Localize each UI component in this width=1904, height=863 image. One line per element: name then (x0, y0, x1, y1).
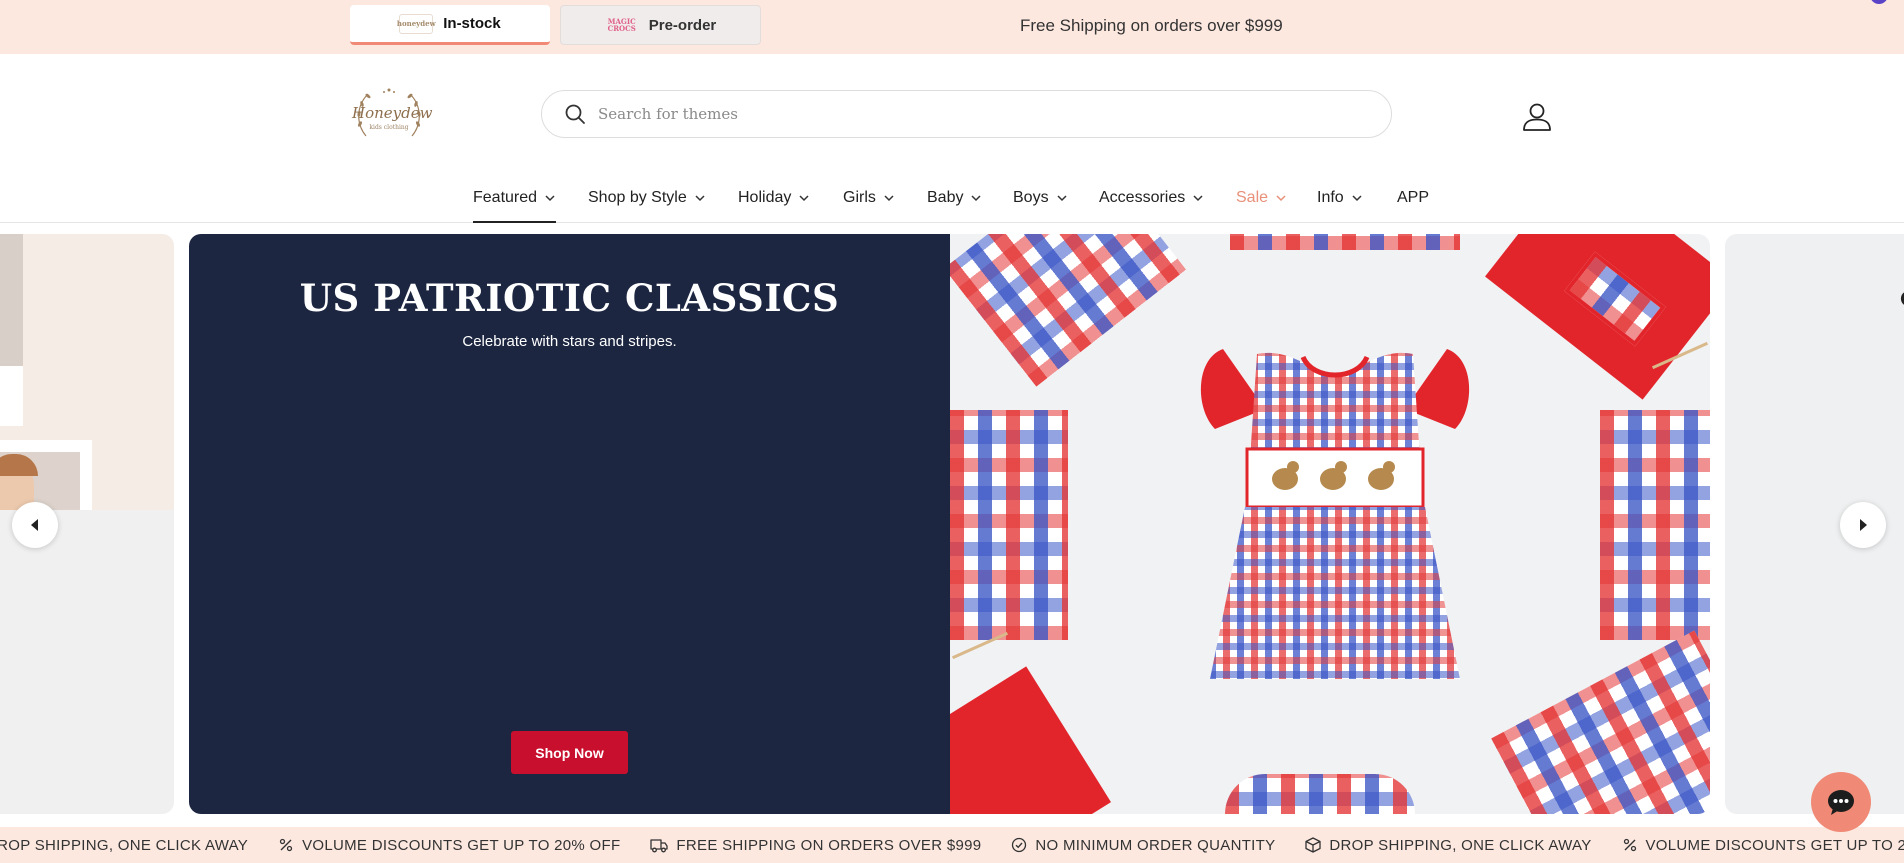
chevron-down-icon (1352, 195, 1362, 202)
chevron-down-icon (971, 195, 981, 202)
nav-item-label: Sale (1236, 189, 1269, 206)
shop-now-button[interactable]: Shop Now (511, 731, 628, 774)
honeydew-mini-logo: honeydew (397, 13, 436, 34)
marquee-item: FREE SHIPPING ON ORDERS OVER $999 (650, 837, 981, 854)
marquee-text: FREE SHIPPING ON ORDERS OVER $999 (676, 836, 982, 854)
previous-slide-photo (0, 234, 23, 366)
hero-subtitle: Celebrate with stars and stripes. (462, 333, 677, 350)
logo-tagline: kids clothing (369, 124, 409, 131)
marquee-text: DROP SHIPPING, ONE CLICK AWAY (0, 836, 249, 854)
chat-launcher-button[interactable] (1811, 772, 1871, 832)
chevron-down-icon (545, 195, 555, 202)
hero-title: US PATRIOTIC CLASSICS (299, 276, 840, 320)
gingham-garment (950, 410, 1068, 640)
check-circle-icon (1011, 837, 1027, 853)
main-navigation: Featured Shop by Style Holiday Girls Bab… (0, 185, 1904, 223)
store-tab-label: Pre-order (648, 16, 717, 34)
caret-left-icon (31, 519, 38, 531)
nav-item-label: APP (1397, 189, 1430, 206)
top-announcement-bar: honeydew In-stock MAGIC CROCS Pre-order … (0, 0, 1904, 54)
store-tab-in-stock[interactable]: honeydew In-stock (350, 5, 550, 45)
hero-slide-patriotic: US PATRIOTIC CLASSICS Celebrate with sta… (189, 234, 1710, 814)
nav-item-accessories[interactable]: Accessories (1099, 189, 1204, 223)
store-tab-pre-order[interactable]: MAGIC CROCS Pre-order (560, 5, 761, 45)
gingham-garment (1225, 774, 1415, 814)
nav-item-label: Featured (473, 189, 538, 206)
search-input[interactable] (598, 105, 1358, 123)
nav-item-label: Holiday (738, 189, 792, 206)
marquee-text: VOLUME DISCOUNTS GET UP TO 20% OFF (1645, 836, 1904, 854)
red-garment (950, 666, 1111, 814)
search-icon (565, 104, 585, 124)
carousel-next-button[interactable] (1840, 502, 1886, 548)
gingham-garment (950, 234, 1187, 387)
store-tab-label: In-stock (443, 15, 501, 32)
previous-slide-card (0, 366, 23, 426)
site-logo[interactable]: Honeydew kids clothing (352, 84, 433, 146)
free-shipping-announcement: Free Shipping on orders over $999 (1020, 16, 1283, 35)
chevron-down-icon (1057, 195, 1067, 202)
percent-icon (278, 837, 294, 853)
hero-carousel: US PATRIOTIC CLASSICS Celebrate with sta… (0, 234, 1904, 814)
chevron-down-icon (1193, 195, 1203, 202)
logo-wordmark: Honeydew (352, 104, 433, 122)
hero-text-panel: US PATRIOTIC CLASSICS Celebrate with sta… (189, 234, 950, 814)
nav-item-holiday[interactable]: Holiday (738, 189, 810, 223)
accessibility-widget-edge[interactable] (1870, 0, 1888, 4)
marquee-item: DROP SHIPPING, ONE CLICK AWAY (0, 837, 248, 854)
marquee-text: NO MINIMUM ORDER QUANTITY (1035, 836, 1276, 854)
box-icon (1305, 837, 1322, 853)
marquee-item: VOLUME DISCOUNTS GET UP TO 20% OFF (1622, 837, 1904, 854)
nav-item-baby[interactable]: Baby (927, 189, 982, 223)
nav-item-app[interactable]: APP (1397, 189, 1429, 223)
carousel-prev-button[interactable] (12, 502, 58, 548)
nav-item-shop-by-style[interactable]: Shop by Style (588, 189, 706, 223)
nav-item-sale[interactable]: Sale (1236, 189, 1287, 223)
gingham-garment (1491, 630, 1710, 814)
magic-crocs-mini-logo: MAGIC CROCS (607, 17, 636, 33)
marquee-item: NO MINIMUM ORDER QUANTITY (1011, 837, 1275, 854)
marquee-item: DROP SHIPPING, ONE CLICK AWAY (1305, 837, 1591, 854)
marquee-text: VOLUME DISCOUNTS GET UP TO 20% OFF (302, 836, 621, 854)
chevron-down-icon (799, 195, 809, 202)
nav-item-boys[interactable]: Boys (1013, 189, 1068, 223)
account-icon[interactable] (1522, 102, 1552, 132)
hero-product-image (950, 234, 1710, 814)
marquee-text: DROP SHIPPING, ONE CLICK AWAY (1329, 836, 1592, 854)
truck-icon (650, 837, 669, 853)
chevron-down-icon (884, 195, 894, 202)
gingham-garment (1600, 410, 1710, 640)
nav-item-label: Boys (1013, 189, 1049, 206)
next-slide-figure-icon: ☻ (1895, 282, 1904, 313)
nav-item-girls[interactable]: Girls (843, 189, 895, 223)
nav-item-label: Info (1317, 189, 1344, 206)
nav-item-label: Baby (927, 189, 964, 206)
gingham-garment (1230, 234, 1460, 250)
search-bar[interactable] (541, 90, 1392, 138)
chevron-down-icon (695, 195, 705, 202)
percent-icon (1622, 837, 1638, 853)
smocked-dress-image (1200, 349, 1470, 679)
benefits-marquee: DROP SHIPPING, ONE CLICK AWAY VOLUME DISC… (0, 827, 1904, 863)
nav-item-label: Accessories (1099, 189, 1186, 206)
marquee-track: DROP SHIPPING, ONE CLICK AWAY VOLUME DISC… (0, 827, 1904, 863)
caret-right-icon (1860, 519, 1867, 531)
chat-bubble-icon (1828, 790, 1854, 815)
nav-item-label: Girls (843, 189, 876, 206)
chevron-down-icon (1276, 195, 1286, 202)
nav-item-info[interactable]: Info (1317, 189, 1363, 223)
marquee-item: VOLUME DISCOUNTS GET UP TO 20% OFF (278, 837, 620, 854)
nav-item-label: Shop by Style (588, 189, 687, 206)
nav-item-featured[interactable]: Featured (473, 189, 557, 223)
